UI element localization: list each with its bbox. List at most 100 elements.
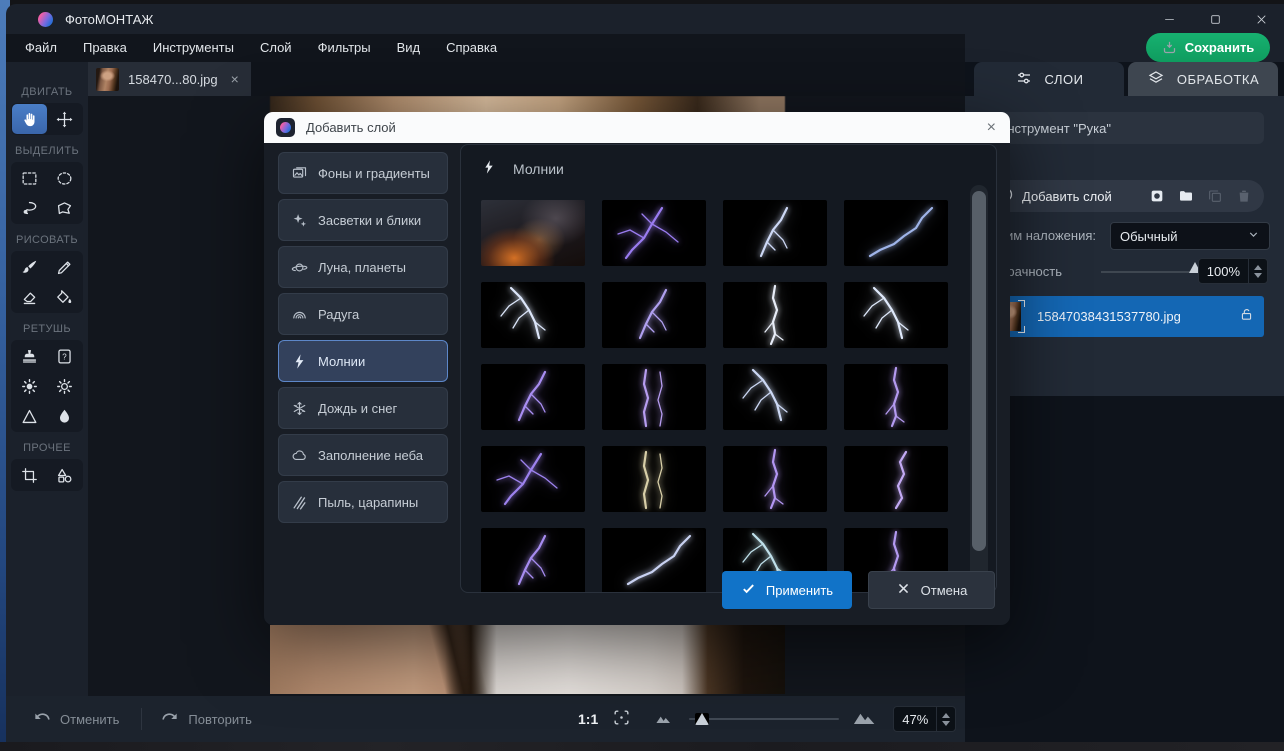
lightning-vertical-white[interactable] <box>723 282 827 348</box>
lightning-blue-branch[interactable] <box>723 364 827 430</box>
lightning-purple-curve[interactable] <box>844 446 948 512</box>
ellipse-select-tool[interactable] <box>47 163 82 193</box>
brush-tool[interactable] <box>12 252 47 282</box>
sharpen-icon <box>20 407 39 426</box>
eraser-tool[interactable] <box>12 282 47 312</box>
lightning-bright-branched[interactable] <box>844 282 948 348</box>
pencil-tool[interactable] <box>47 252 82 282</box>
zoom-slider-thumb[interactable] <box>695 713 710 725</box>
lightning-blue-diagonal[interactable] <box>723 200 827 266</box>
menu-item-layer[interactable]: Слой <box>247 34 305 62</box>
dodge-tool[interactable] <box>12 371 47 401</box>
apply-button[interactable]: Применить <box>722 571 852 609</box>
minimize-icon[interactable] <box>1146 4 1192 34</box>
lightning-white-spread[interactable] <box>481 282 585 348</box>
category-scratches[interactable]: Пыль, царапины <box>278 481 448 523</box>
save-button[interactable]: Сохранить <box>1146 33 1270 62</box>
zoom-slider[interactable] <box>689 712 840 726</box>
crop-tool[interactable] <box>12 460 47 490</box>
category-label: Засветки и блики <box>318 212 422 228</box>
duplicate-icon[interactable] <box>1207 188 1223 204</box>
dialog-scrollbar-thumb[interactable] <box>972 191 986 551</box>
lightning-violet-bolt[interactable] <box>723 446 827 512</box>
menu-item-tools[interactable]: Инструменты <box>140 34 247 62</box>
document-tab-thumbnail <box>96 67 119 91</box>
stamp-tool[interactable] <box>12 341 47 371</box>
folder-icon[interactable] <box>1178 188 1194 204</box>
sharpen-tool[interactable] <box>12 401 47 431</box>
add-layer-button[interactable]: Добавить слой <box>997 186 1112 206</box>
undo-button[interactable]: Отменить <box>32 709 119 729</box>
spin-up-icon[interactable] <box>942 712 951 718</box>
menu-item-filters[interactable]: Фильтры <box>305 34 384 62</box>
lock-open-icon[interactable] <box>1239 307 1254 327</box>
category-snowflake[interactable]: Дождь и снег <box>278 387 448 429</box>
tab-processing[interactable]: ОБРАБОТКА <box>1128 62 1278 96</box>
mask-layer-icon[interactable] <box>1149 188 1165 204</box>
category-label: Молнии <box>318 353 366 369</box>
lightning-purple-double[interactable] <box>602 364 706 430</box>
category-sparkles[interactable]: Засветки и блики <box>278 199 448 241</box>
fit-screen-icon[interactable] <box>612 708 631 730</box>
category-rainbow[interactable]: Радуга <box>278 293 448 335</box>
maximize-icon[interactable] <box>1192 4 1238 34</box>
opacity-spinbox[interactable]: 100% <box>1197 258 1268 284</box>
cancel-button[interactable]: Отмена <box>868 571 995 609</box>
tab-layers[interactable]: СЛОИ <box>974 62 1124 96</box>
lightning-purple-branched[interactable] <box>602 200 706 266</box>
zoom-in-icon[interactable] <box>853 709 879 729</box>
menu-item-file[interactable]: Файл <box>12 34 70 62</box>
blend-mode-select[interactable]: Обычный <box>1110 222 1270 250</box>
lightning-purple-diagonal[interactable] <box>481 364 585 430</box>
planet-icon <box>291 259 308 276</box>
category-cloud[interactable]: Заполнение неба <box>278 434 448 476</box>
menu-item-view[interactable]: Вид <box>384 34 434 62</box>
category-backgrounds[interactable]: Фоны и градиенты <box>278 152 448 194</box>
zoom-spinbox[interactable]: 47% <box>893 706 957 732</box>
category-lightning[interactable]: Молнии <box>278 340 448 382</box>
toolbar-group <box>11 459 83 491</box>
lightning-violet-diagonal[interactable] <box>602 282 706 348</box>
opacity-spin-arrows[interactable] <box>1248 259 1267 283</box>
lightning-purple-dense[interactable] <box>481 446 585 512</box>
category-planet[interactable]: Луна, планеты <box>278 246 448 288</box>
lightning-violet-vertical[interactable] <box>844 364 948 430</box>
patch-tool[interactable]: ? <box>47 341 82 371</box>
hand-tool[interactable] <box>12 104 47 134</box>
layer-row[interactable]: 15847038431537780.jpg <box>985 296 1264 337</box>
rect-select-tool[interactable] <box>12 163 47 193</box>
check-icon <box>741 581 756 599</box>
move-tool[interactable] <box>47 104 82 134</box>
zoom-spin-arrows[interactable] <box>936 707 955 731</box>
lightning-gold-thin[interactable] <box>602 446 706 512</box>
snowflake-icon <box>291 400 308 417</box>
dialog-scrollbar[interactable] <box>970 185 988 593</box>
opacity-slider[interactable] <box>1101 262 1201 273</box>
tab-close-icon[interactable]: × <box>231 71 239 87</box>
document-tab[interactable]: 158470...80.jpg × <box>88 62 251 96</box>
blur-tool[interactable] <box>47 401 82 431</box>
spin-down-icon[interactable] <box>1254 272 1262 278</box>
category-label: Дождь и снег <box>318 400 398 416</box>
undo-label: Отменить <box>60 711 120 727</box>
zoom-out-icon[interactable] <box>655 711 675 728</box>
dialog-close-icon[interactable]: × <box>987 112 996 143</box>
zoom-ratio[interactable]: 1:1 <box>578 711 598 727</box>
close-icon[interactable] <box>1238 4 1284 34</box>
storm-clouds-orange[interactable] <box>481 200 585 266</box>
lasso-tool[interactable] <box>12 193 47 223</box>
spin-down-icon[interactable] <box>942 720 951 726</box>
menu-item-edit[interactable]: Правка <box>70 34 140 62</box>
toolbar-group <box>11 162 83 224</box>
polygon-lasso-tool[interactable] <box>47 193 82 223</box>
shapes-tool[interactable] <box>47 460 82 490</box>
burn-tool[interactable] <box>47 371 82 401</box>
spin-up-icon[interactable] <box>1254 264 1262 270</box>
redo-button[interactable]: Повторить <box>160 709 252 729</box>
chevron-down-icon <box>1247 228 1260 244</box>
trash-icon[interactable] <box>1236 188 1252 204</box>
lightning-thin-blue[interactable] <box>844 200 948 266</box>
menu-item-help[interactable]: Справка <box>433 34 510 62</box>
fill-tool[interactable] <box>47 282 82 312</box>
tool-palette: ДВИГАТЬ ВЫДЕЛИТЬ РИСОВАТЬ РЕТУШЬ? ПРОЧЕЕ <box>6 62 88 696</box>
